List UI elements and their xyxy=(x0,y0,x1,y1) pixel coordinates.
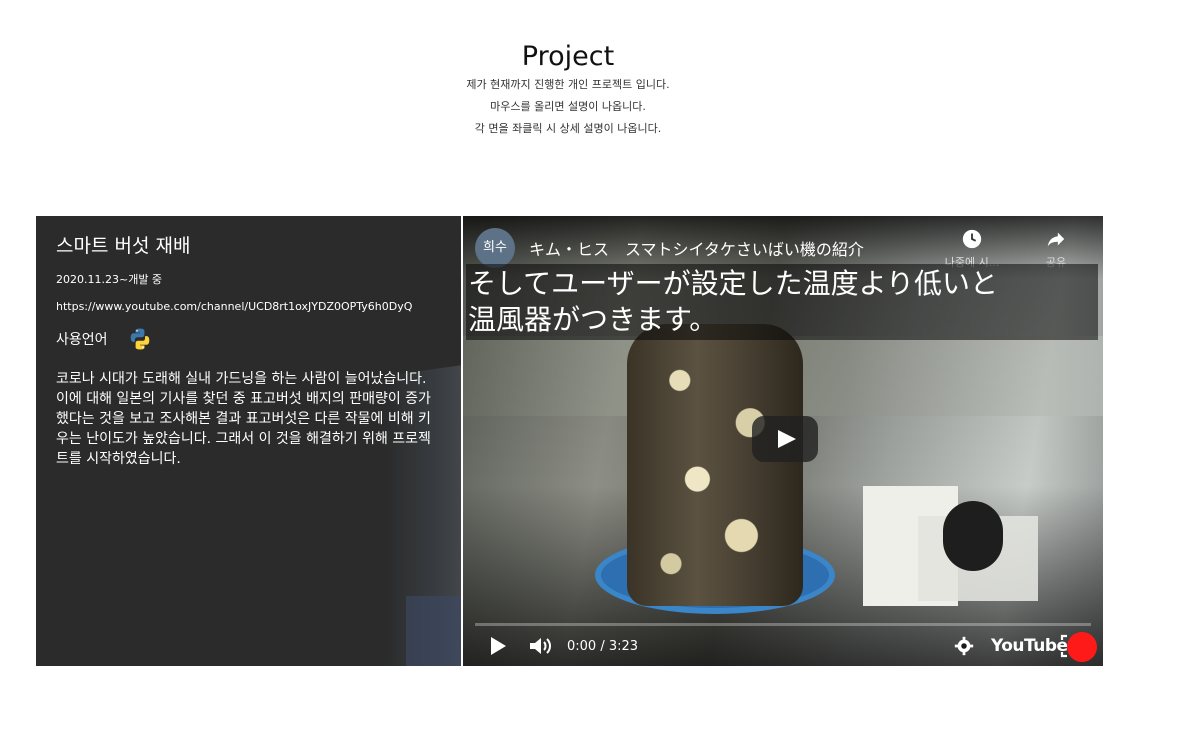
volume-icon[interactable] xyxy=(527,634,553,658)
youtube-video-player[interactable]: 희수 キム・ヒス スマトシイタケさいばい機の紹介 나중에 시... 공유 そして… xyxy=(463,216,1103,666)
player-controls: 0:00 / 3:23 YouTube xyxy=(463,628,1103,666)
intro-line-3: 각 면을 좌클릭 시 상세 설명이 나옵니다. xyxy=(474,122,662,135)
large-play-button[interactable] xyxy=(752,416,818,462)
caption-line-2: 温風器がつきます。 xyxy=(468,303,718,336)
share-icon xyxy=(1047,232,1065,247)
video-title[interactable]: キム・ヒス スマトシイタケさいばい機の紹介 xyxy=(529,236,864,260)
cube-face-accent xyxy=(406,596,461,666)
clock-icon xyxy=(962,229,982,249)
intro-line-2: 마우스를 올리면 설명이 나옵니다. xyxy=(490,100,646,113)
video-top-bar: 희수 キム・ヒス スマトシイタケさいばい機の紹介 나중에 시... 공유 xyxy=(463,216,1103,269)
page-title: Project xyxy=(521,41,615,72)
youtube-channel-link[interactable]: https://www.youtube.com/channel/UCD8rt1o… xyxy=(56,299,446,315)
floating-red-button[interactable] xyxy=(1067,632,1097,662)
project-card[interactable]: 스마트 버섯 재배 2020.11.23~개발 중 https://www.yo… xyxy=(36,216,461,666)
channel-avatar[interactable]: 희수 xyxy=(475,228,515,268)
project-card-content: 스마트 버섯 재배 2020.11.23~개발 중 https://www.yo… xyxy=(56,232,446,469)
project-header: Project 제가 현재까지 진행한 개인 프로젝트 입니다. 마우스를 올리… xyxy=(0,40,1136,140)
language-label: 사용언어 xyxy=(56,332,108,348)
caption-line-1: そしてユーザーが設定した温度より低いと xyxy=(468,267,999,300)
python-icon xyxy=(130,328,149,350)
play-icon[interactable] xyxy=(487,634,509,658)
project-description: 코로나 시대가 도래해 실내 가드닝을 하는 사람이 늘어났습니다. 이에 대해… xyxy=(56,371,431,467)
settings-gear-icon[interactable] xyxy=(953,634,975,658)
intro-line-1: 제가 현재까지 진행한 개인 프로젝트 입니다. xyxy=(466,78,670,91)
video-time: 0:00 / 3:23 xyxy=(567,639,639,654)
project-title: 스마트 버섯 재배 xyxy=(56,235,191,257)
video-caption: そしてユーザーが設定した温度より低いと 温風器がつきます。 xyxy=(466,264,1098,340)
project-date: 2020.11.23~개발 중 xyxy=(56,273,163,286)
progress-bar[interactable] xyxy=(475,623,1091,626)
video-scene-mushroom-log xyxy=(627,324,803,606)
youtube-logo[interactable]: YouTube xyxy=(991,636,1068,656)
video-scene-fan xyxy=(943,501,1003,571)
language-row: 사용언어 xyxy=(56,325,446,353)
